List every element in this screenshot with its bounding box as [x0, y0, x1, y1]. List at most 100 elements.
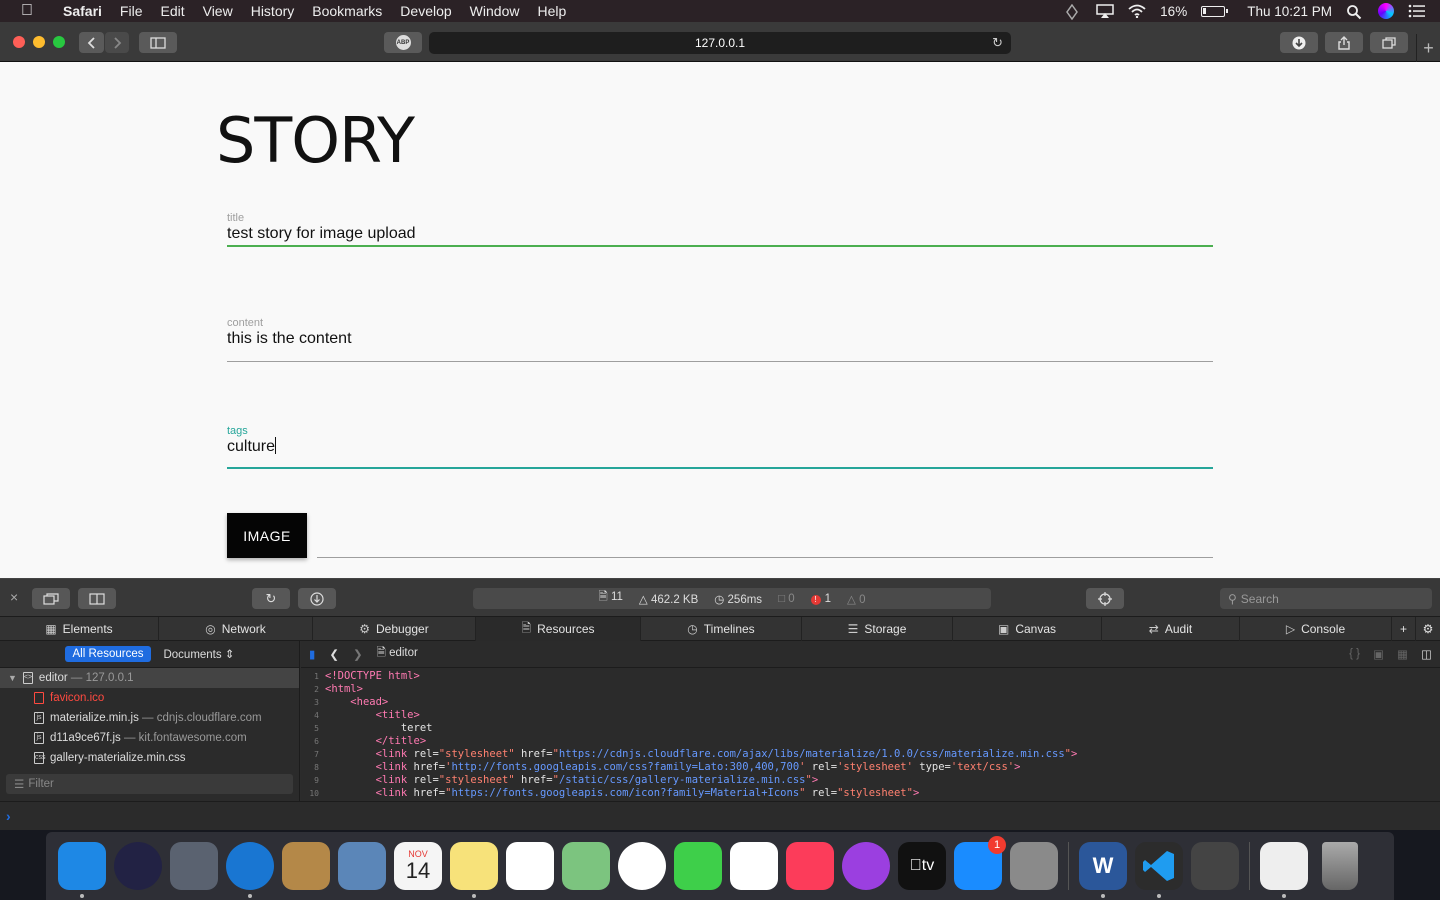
tab-debugger[interactable]: ⚙ Debugger — [313, 617, 476, 641]
menu-history[interactable]: History — [242, 3, 304, 19]
dock-maps-icon[interactable] — [562, 842, 610, 890]
spotlight-icon[interactable] — [1346, 4, 1364, 20]
dock-finder-icon[interactable] — [58, 842, 106, 898]
dock-safari-icon[interactable] — [226, 842, 274, 898]
dock-trash-icon[interactable] — [1322, 842, 1358, 890]
details-sidebar-icon[interactable]: ◫ — [1421, 647, 1432, 661]
dock-vs-code-icon[interactable] — [1135, 842, 1183, 898]
tree-item-gallery-css[interactable]: css gallery-materialize.min.css — [0, 748, 299, 768]
title-field-value[interactable]: test story for image upload — [227, 224, 1213, 244]
element-picker-button[interactable] — [1086, 588, 1124, 609]
apple-icon[interactable]:  — [0, 2, 54, 20]
tabs-overview-button[interactable] — [1370, 32, 1408, 53]
reload-page-button[interactable]: ↻ — [252, 588, 290, 609]
detach-inspector-button[interactable] — [32, 588, 70, 609]
close-inspector-icon[interactable]: × — [10, 589, 18, 605]
clock[interactable]: Thu 10:21 PM — [1247, 4, 1332, 19]
add-tab-button[interactable]: + — [1392, 617, 1416, 641]
tab-canvas[interactable]: ▣ Canvas — [953, 617, 1102, 641]
address-bar[interactable]: 127.0.0.1 ↻ — [429, 32, 1011, 54]
content-field[interactable]: content this is the content — [227, 317, 1213, 362]
tab-timelines[interactable]: ◷ Timelines — [641, 617, 802, 641]
warning-count[interactable]: △ 0 — [847, 592, 865, 606]
nav-forward-icon[interactable]: ❯ — [353, 647, 363, 661]
dock-calendar-icon[interactable]: NOV 14 — [394, 842, 442, 890]
dock-side-button[interactable] — [78, 588, 116, 609]
close-window-icon[interactable] — [13, 36, 25, 48]
menu-file[interactable]: File — [111, 3, 152, 19]
dock-reminders-icon[interactable] — [506, 842, 554, 890]
dock-contacts-icon[interactable] — [282, 842, 330, 890]
breadcrumb[interactable]: 🗎 editor — [377, 645, 418, 664]
documents-dropdown[interactable]: Documents ⇕ — [163, 647, 234, 661]
wifi-icon[interactable] — [1128, 4, 1146, 19]
dock-news-icon[interactable] — [730, 842, 778, 890]
menu-app-name[interactable]: Safari — [54, 3, 111, 19]
sidebar-toggle-button[interactable] — [139, 32, 177, 53]
dock-podcasts-icon[interactable] — [842, 842, 890, 890]
tab-console[interactable]: ▷ Console — [1240, 617, 1392, 641]
content-field-value[interactable]: this is the content — [227, 329, 1213, 349]
log-count[interactable]: □ 0 — [778, 593, 795, 605]
forward-button[interactable] — [105, 32, 129, 53]
dock-music-icon[interactable] — [786, 842, 834, 890]
sidebar-filter-input[interactable]: ☰ Filter — [6, 774, 293, 794]
transfer-size[interactable]: △ 462.2 KB — [639, 592, 698, 606]
dock-launchpad-icon[interactable] — [170, 842, 218, 890]
pretty-print-icon[interactable]: { } — [1349, 648, 1360, 660]
image-upload-button[interactable]: IMAGE — [227, 513, 307, 558]
tab-audit[interactable]: ⇄ Audit — [1102, 617, 1240, 641]
menu-edit[interactable]: Edit — [151, 3, 193, 19]
adblock-button[interactable]: ABP — [384, 32, 422, 53]
source-code[interactable]: 1 <!DOCTYPE html> 2 <html> 3 <head> 4 <tit… — [301, 668, 1440, 800]
menu-help[interactable]: Help — [528, 3, 575, 19]
tree-root-item[interactable]: ▼ <> editor — 127.0.0.1 — [0, 668, 299, 688]
settings-gear-icon[interactable]: ⚙ — [1416, 617, 1440, 641]
airplay-icon[interactable] — [1096, 4, 1114, 18]
dock-tv-icon[interactable]: tv — [898, 842, 946, 890]
tab-network[interactable]: ◎ Network — [159, 617, 313, 641]
reload-icon[interactable]: ↻ — [992, 35, 1003, 51]
tree-item-favicon[interactable]: favicon.ico — [0, 688, 299, 708]
menu-view[interactable]: View — [194, 3, 242, 19]
code-mode-icon[interactable]: ▦ — [1397, 647, 1408, 661]
battery-icon[interactable] — [1201, 5, 1229, 17]
dock-script-icon[interactable] — [1260, 842, 1308, 898]
new-tab-button[interactable]: + — [1416, 34, 1440, 62]
tree-item-materialize-js[interactable]: js materialize.min.js — cdnjs.cloudflare… — [0, 708, 299, 728]
tab-storage[interactable]: ☰ Storage — [802, 617, 953, 641]
tab-elements[interactable]: ▦ Elements — [0, 617, 159, 641]
dock-word-icon[interactable]: W — [1079, 842, 1127, 898]
siri-icon[interactable] — [1378, 3, 1394, 19]
menu-window[interactable]: Window — [461, 3, 529, 19]
resource-count[interactable]: 🗎 11 — [598, 589, 622, 608]
navigation-sidebar-icon[interactable]: ▮ — [309, 647, 315, 661]
load-time[interactable]: ◷ 256ms — [714, 592, 762, 606]
minimize-window-icon[interactable] — [33, 36, 45, 48]
download-archive-button[interactable] — [298, 588, 336, 609]
error-count[interactable]: ! 1 — [810, 593, 831, 605]
menu-develop[interactable]: Develop — [391, 3, 460, 19]
dock-app-store-icon[interactable]: 1 — [954, 836, 1006, 890]
notification-center-icon[interactable] — [1408, 4, 1426, 18]
dock-system-preferences-icon[interactable] — [1010, 842, 1058, 890]
downloads-button[interactable] — [1280, 32, 1318, 53]
file-path-field[interactable] — [317, 557, 1213, 558]
all-resources-button[interactable]: All Resources — [64, 646, 152, 662]
battery-percent[interactable]: 16% — [1160, 4, 1187, 19]
menu-bookmarks[interactable]: Bookmarks — [303, 3, 391, 19]
tags-field-input[interactable]: culture — [227, 437, 1213, 457]
tags-field[interactable]: tags culture — [227, 425, 1213, 469]
inspector-search[interactable]: ⚲ Search — [1220, 588, 1432, 609]
share-button[interactable] — [1325, 32, 1363, 53]
back-button[interactable] — [79, 32, 104, 53]
disclosure-triangle-icon[interactable]: ▼ — [8, 673, 17, 683]
text-mode-icon[interactable]: ▣ — [1373, 647, 1384, 661]
dock-photos-icon[interactable] — [618, 842, 666, 890]
vpn-icon[interactable] — [1064, 3, 1082, 21]
zoom-window-icon[interactable] — [53, 36, 65, 48]
tree-item-fontawesome-js[interactable]: js d11a9ce67f.js — kit.fontawesome.com — [0, 728, 299, 748]
nav-back-icon[interactable]: ❮ — [329, 647, 339, 661]
dock-facetime-icon[interactable] — [674, 842, 722, 890]
tab-resources[interactable]: 🗎 Resources — [476, 617, 641, 641]
